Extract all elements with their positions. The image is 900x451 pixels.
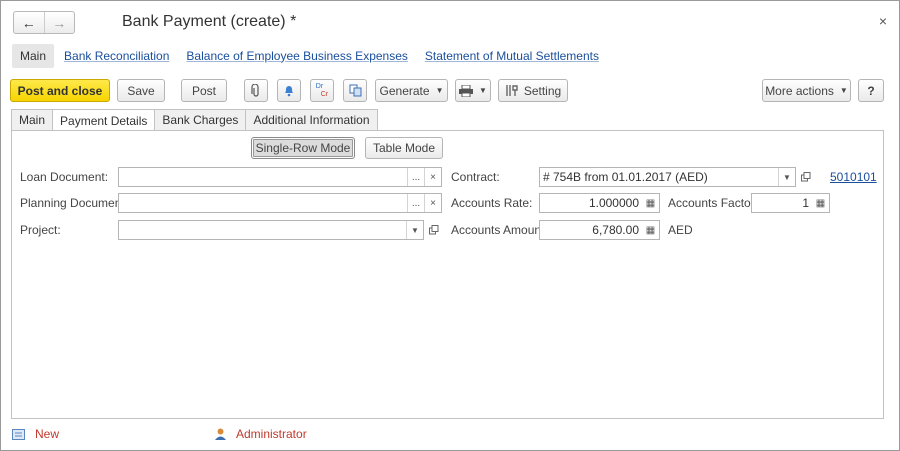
help-button[interactable]: ?: [858, 79, 884, 102]
reminder-button[interactable]: [277, 79, 301, 102]
footer-status: New: [12, 427, 59, 441]
attachment-button[interactable]: [244, 79, 268, 102]
printer-icon: [459, 84, 474, 97]
contract-label: Contract:: [451, 170, 500, 184]
status-text: New: [35, 427, 60, 441]
loan-document-label: Loan Document:: [20, 170, 109, 184]
clear-icon[interactable]: ×: [424, 168, 441, 186]
footer-user: Administrator: [215, 427, 307, 441]
table-mode-button[interactable]: Table Mode: [365, 137, 443, 159]
tab-bank-charges[interactable]: Bank Charges: [154, 109, 247, 130]
history-nav: ← →: [13, 11, 75, 34]
accounts-rate-label: Accounts Rate:: [451, 196, 533, 210]
more-actions-button[interactable]: More actions ▼: [762, 79, 851, 102]
clear-icon[interactable]: ×: [424, 194, 441, 212]
document-icon: [12, 428, 25, 440]
planning-document-label: Planning Document:: [20, 196, 129, 210]
accounts-amount-input[interactable]: 6,780.00: [540, 223, 642, 237]
accounts-factor-field[interactable]: 1 ▦: [751, 193, 830, 213]
chevron-down-icon: ▼: [435, 86, 444, 95]
document-window: ← → Bank Payment (create) * × Main Bank …: [0, 0, 900, 451]
dr-label: Dr: [315, 82, 324, 90]
document-structure-icon: [349, 84, 361, 97]
accounts-factor-input[interactable]: 1: [752, 196, 812, 210]
dr-cr-icon: Dr Cr: [316, 83, 328, 99]
contract-field[interactable]: # 754B from 01.01.2017 (AED) ▼: [539, 167, 796, 187]
tab-payment-details[interactable]: Payment Details: [52, 109, 156, 131]
print-button[interactable]: ▼: [455, 79, 491, 102]
structure-button[interactable]: [343, 79, 367, 102]
calculator-icon[interactable]: ▦: [642, 221, 659, 239]
form-tabs: Main Payment Details Bank Charges Additi…: [11, 109, 378, 131]
project-label: Project:: [20, 223, 61, 237]
select-ellipsis-icon[interactable]: ...: [407, 194, 424, 212]
user-name: Administrator: [236, 427, 307, 441]
chevron-down-icon[interactable]: ▼: [778, 168, 795, 186]
setting-button[interactable]: Setting: [498, 79, 568, 102]
chevron-down-icon[interactable]: ▼: [406, 221, 423, 239]
post-and-close-button[interactable]: Post and close: [10, 79, 110, 102]
cr-label: Cr: [320, 90, 329, 98]
contract-account-link[interactable]: 5010101: [830, 170, 877, 184]
accounts-factor-label: Accounts Factor:: [668, 196, 759, 210]
bell-icon: [285, 86, 293, 97]
close-icon[interactable]: ×: [879, 13, 887, 29]
nav-main[interactable]: Main: [12, 43, 55, 68]
nav-link-mutual-settlements[interactable]: Statement of Mutual Settlements: [425, 49, 599, 63]
open-icon[interactable]: [797, 167, 814, 187]
accounts-amount-field[interactable]: 6,780.00 ▦: [539, 220, 660, 240]
back-arrow-icon[interactable]: ←: [14, 12, 45, 33]
accounts-rate-field[interactable]: 1.000000 ▦: [539, 193, 660, 213]
window-title: Bank Payment (create) *: [122, 13, 297, 30]
generate-label: Generate: [379, 83, 430, 98]
open-icon[interactable]: [425, 220, 442, 240]
paperclip-icon: [251, 83, 259, 97]
user-icon: [215, 428, 226, 440]
calculator-icon[interactable]: ▦: [642, 194, 659, 212]
accounts-amount-label: Accounts Amount:: [451, 223, 548, 237]
planning-document-field[interactable]: ... ×: [118, 193, 442, 213]
tab-main[interactable]: Main: [11, 109, 54, 130]
accounts-amount-currency: AED: [668, 223, 693, 237]
tab-additional-information[interactable]: Additional Information: [245, 109, 378, 130]
single-row-mode-button[interactable]: Single-Row Mode: [251, 137, 355, 159]
accounts-rate-input[interactable]: 1.000000: [540, 196, 642, 210]
select-ellipsis-icon[interactable]: ...: [407, 168, 424, 186]
contract-input[interactable]: # 754B from 01.01.2017 (AED): [540, 170, 778, 184]
chevron-down-icon: ▼: [839, 86, 848, 95]
navigation-panel: Main Bank Reconciliation Balance of Empl…: [12, 43, 606, 68]
save-button[interactable]: Save: [117, 79, 165, 102]
setting-label: Setting: [523, 83, 562, 98]
project-field[interactable]: ▼: [118, 220, 424, 240]
post-button[interactable]: Post: [181, 79, 227, 102]
chevron-down-icon: ▼: [479, 86, 487, 95]
generate-button[interactable]: Generate ▼: [375, 79, 448, 102]
calculator-icon[interactable]: ▦: [812, 194, 829, 212]
nav-link-employee-expenses[interactable]: Balance of Employee Business Expenses: [186, 49, 407, 63]
forward-arrow-icon[interactable]: →: [45, 12, 75, 33]
dr-cr-button[interactable]: Dr Cr: [310, 79, 334, 102]
tools-icon: [506, 85, 518, 96]
more-actions-label: More actions: [765, 83, 834, 98]
loan-document-field[interactable]: ... ×: [118, 167, 442, 187]
nav-link-bank-reconciliation[interactable]: Bank Reconciliation: [64, 49, 169, 63]
